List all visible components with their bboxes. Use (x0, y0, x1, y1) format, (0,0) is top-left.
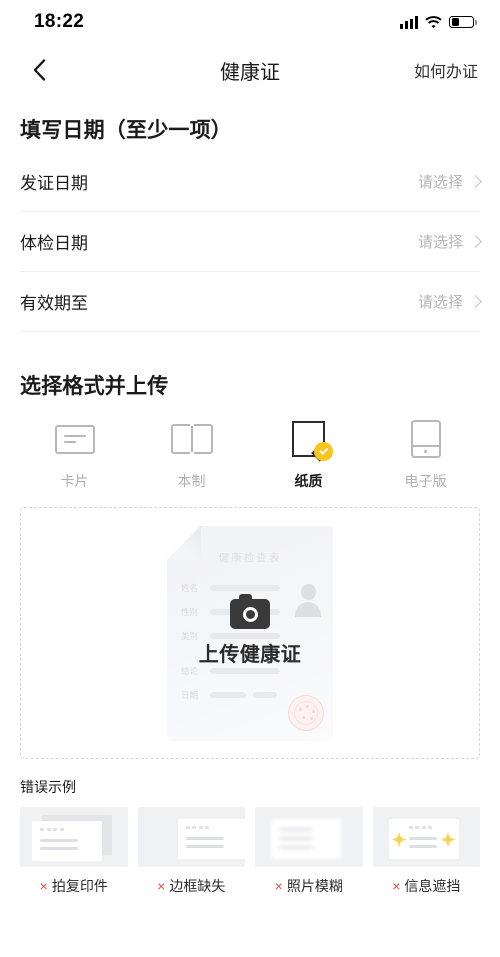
photocopy-thumb (20, 807, 128, 867)
format-option-paper[interactable]: 纸质 (250, 418, 367, 491)
error-examples: × 拍复印件 × 边框缺失 × 照片模糊 × 信息遮挡 (0, 807, 500, 896)
upload-cta[interactable]: 上传健康证 (21, 594, 479, 667)
row-label: 发证日期 (20, 174, 88, 193)
blurry-photo-thumb (255, 807, 363, 867)
red-seal-stamp-icon (288, 694, 324, 731)
row-label: 体检日期 (20, 234, 88, 253)
x-mark-icon: × (392, 878, 401, 894)
paper-icon (286, 418, 333, 462)
format-label: 本制 (177, 473, 206, 489)
error-caption: × 拍复印件 (40, 876, 108, 896)
field-placeholder-bar (210, 692, 246, 698)
date-section-title: 填写日期（至少一项） (20, 119, 232, 142)
chevron-right-icon (469, 295, 482, 308)
format-label: 电子版 (404, 473, 447, 489)
chevron-left-icon (33, 59, 45, 81)
date-rows: 发证日期 请选择 体检日期 请选择 有效期至 请选择 (0, 152, 500, 332)
selected-check-badge (314, 442, 333, 461)
row-issue-date[interactable]: 发证日期 请选择 (20, 152, 482, 212)
error-example-cropped: × 边框缺失 (137, 807, 245, 896)
phone-icon (403, 418, 449, 460)
error-caption: × 信息遮挡 (392, 876, 460, 896)
book-icon (169, 418, 215, 460)
app-screen: 18:22 健康证 如何办证 填写日期（至少一项） 发证日期 请选择 体检日期 … (0, 0, 500, 957)
status-indicators (400, 15, 477, 29)
document-field-label: 日期 (181, 690, 199, 700)
error-example-blurry: × 照片模糊 (255, 807, 363, 896)
format-options: 卡片 本制 纸质 电子版 (0, 408, 500, 491)
field-placeholder-bar (210, 668, 280, 674)
status-time: 18:22 (34, 11, 85, 32)
field-placeholder-bar (253, 692, 277, 698)
row-valid-until[interactable]: 有效期至 请选择 (20, 272, 482, 332)
chevron-right-icon (469, 175, 482, 188)
error-example-photocopy: × 拍复印件 (20, 807, 128, 896)
format-option-booklet[interactable]: 本制 (133, 418, 250, 491)
chevron-right-icon (469, 235, 482, 248)
error-label: 边框缺失 (169, 878, 226, 894)
document-heading: 健康检查表 (218, 551, 282, 564)
field-placeholder-bar (210, 585, 280, 591)
error-label: 信息遮挡 (404, 878, 461, 894)
row-exam-date[interactable]: 体检日期 请选择 (20, 212, 482, 272)
format-option-card[interactable]: 卡片 (16, 418, 133, 491)
row-value: 请选择 (417, 174, 463, 191)
wifi-icon (425, 15, 442, 29)
how-to-apply-link[interactable]: 如何办证 (414, 58, 478, 82)
camera-icon (230, 594, 270, 629)
nav-bar: 健康证 如何办证 (0, 44, 500, 96)
card-icon (52, 418, 98, 460)
battery-icon (449, 15, 477, 29)
format-label: 纸质 (294, 473, 323, 489)
row-value-group: 请选择 (417, 231, 482, 252)
obscured-info-thumb (372, 807, 480, 867)
status-bar: 18:22 (0, 0, 500, 44)
document-field-label: 姓名 (181, 583, 199, 593)
format-option-electronic[interactable]: 电子版 (367, 418, 484, 491)
upload-cta-label: 上传健康证 (198, 644, 302, 666)
error-section-title: 错误示例 (20, 779, 76, 795)
error-label: 拍复印件 (51, 878, 108, 894)
x-mark-icon: × (157, 878, 166, 894)
row-value: 请选择 (417, 294, 463, 311)
format-section-title: 选择格式并上传 (20, 375, 169, 398)
document-field-row: 姓名 (181, 582, 319, 595)
row-label: 有效期至 (20, 294, 88, 313)
error-caption: × 边框缺失 (157, 876, 225, 896)
signal-bars-icon (400, 15, 418, 29)
x-mark-icon: × (39, 878, 48, 894)
error-caption: × 照片模糊 (275, 876, 343, 896)
upload-dropzone[interactable]: 健康检查表 姓名 性别 类别 结论 日期 上传健康证 (20, 507, 480, 759)
upload-area: 健康检查表 姓名 性别 类别 结论 日期 上传健康证 (0, 491, 500, 759)
format-label: 卡片 (60, 473, 89, 489)
error-label: 照片模糊 (286, 878, 343, 894)
row-value-group: 请选择 (417, 171, 482, 192)
x-mark-icon: × (274, 878, 283, 894)
back-button[interactable] (22, 53, 56, 87)
row-value: 请选择 (417, 234, 463, 251)
row-value-group: 请选择 (417, 291, 482, 312)
cropped-border-thumb (137, 807, 245, 867)
error-example-obscured: × 信息遮挡 (372, 807, 480, 896)
